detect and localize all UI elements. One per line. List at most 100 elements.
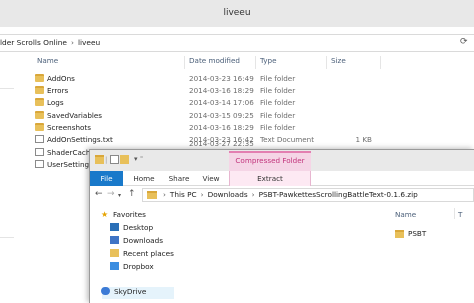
- folder-icon: [35, 86, 44, 94]
- breadcrumb-item-zip[interactable]: PSBT-PawkettesScrollingBattleText-0.1.6.…: [259, 190, 418, 199]
- tab-extract[interactable]: Extract: [229, 171, 311, 186]
- refresh-icon[interactable]: ⟳: [460, 37, 472, 49]
- file-date: 2014-03-15 09:25: [189, 111, 254, 120]
- nav-item-downloads[interactable]: Downloads: [110, 236, 163, 248]
- file-name: AddOnSettings.txt: [47, 135, 113, 144]
- file-date: 2014-03-16 18:29: [189, 86, 254, 95]
- background-column-headers: Name Date modified Type Size: [0, 56, 474, 69]
- folder-icon[interactable]: [95, 155, 104, 164]
- column-header-date-modified[interactable]: Date modified: [189, 56, 240, 65]
- column-header-size[interactable]: Size: [331, 56, 346, 65]
- folder-icon: [35, 98, 44, 106]
- file-row-screenshots[interactable]: Screenshots 2014-03-16 18:29 File folder: [0, 122, 474, 133]
- nav-item-desktop[interactable]: Desktop: [110, 223, 153, 235]
- breadcrumb: lder Scrolls Online › liveeu: [0, 38, 100, 47]
- file-row-addons[interactable]: AddOns 2014-03-23 16:49 File folder: [0, 73, 474, 84]
- window-title: liveeu: [223, 8, 251, 18]
- background-address-bar[interactable]: lder Scrolls Online › liveeu ⟳: [0, 34, 474, 52]
- file-date: 2014-03-23 16:49: [189, 74, 254, 83]
- breadcrumb: › This PC › Downloads › PSBT-PawkettesScrolli…: [163, 190, 418, 199]
- document-icon: [35, 160, 44, 168]
- column-separator[interactable]: [326, 56, 327, 69]
- column-header-type[interactable]: Type: [260, 56, 277, 65]
- document-icon: [35, 135, 44, 143]
- nav-item-label: Downloads: [123, 236, 164, 245]
- folder-icon: [147, 191, 157, 199]
- breadcrumb-separator-icon: ›: [163, 190, 166, 199]
- file-type: File folder: [260, 86, 296, 95]
- column-separator[interactable]: [380, 56, 381, 69]
- new-folder-icon[interactable]: [120, 155, 129, 164]
- star-icon: ★: [101, 210, 109, 219]
- folder-icon: [395, 230, 404, 238]
- file-name: Screenshots: [47, 123, 91, 132]
- desktop-icon: [110, 223, 119, 231]
- file-name: Logs: [47, 98, 64, 107]
- zip-explorer-window: | ▾ ⁼ Compressed Folder Tools File Home …: [89, 149, 474, 303]
- tab-share[interactable]: Share: [165, 171, 193, 186]
- nav-item-favorites[interactable]: ★ Favorites: [101, 210, 146, 222]
- dropbox-icon: [110, 262, 119, 270]
- front-window-titlebar[interactable]: | ▾ ⁼ Compressed Folder Tools: [90, 150, 474, 181]
- tab-view[interactable]: View: [198, 171, 224, 186]
- breadcrumb-separator-icon: ›: [200, 190, 204, 199]
- file-row-errors[interactable]: Errors 2014-03-16 18:29 File folder: [0, 85, 474, 96]
- up-arrow-icon[interactable]: ↑: [128, 189, 136, 199]
- column-header-name[interactable]: Name: [37, 56, 58, 65]
- downloads-icon: [110, 236, 119, 244]
- toolbar-separator: |: [105, 156, 108, 164]
- address-input[interactable]: › This PC › Downloads › PSBT-PawkettesScrolli…: [142, 188, 474, 202]
- nav-item-label: Recent places: [123, 249, 174, 258]
- folder-icon: [35, 74, 44, 82]
- file-type: File folder: [260, 98, 296, 107]
- nav-item-label: Favorites: [113, 210, 146, 219]
- contextual-tab-group: Compressed Folder Tools: [229, 151, 311, 181]
- file-date: 2014-03-27 22:35: [189, 139, 254, 148]
- cloud-icon: [101, 287, 110, 295]
- file-type: File folder: [260, 74, 296, 83]
- file-size: 1 KB: [355, 135, 372, 144]
- file-row-savedvariables[interactable]: SavedVariables 2014-03-15 09:25 File fol…: [0, 110, 474, 121]
- nav-item-skydrive[interactable]: SkyDrive: [101, 287, 146, 299]
- file-name: SavedVariables: [47, 111, 103, 120]
- chevron-down-icon[interactable]: ▾ ⁼: [134, 155, 143, 163]
- file-row-logs[interactable]: Logs 2014-03-14 17:06 File folder: [0, 97, 474, 108]
- background-window-titlebar[interactable]: liveeu: [0, 0, 474, 27]
- file-name: ShaderCache: [47, 148, 95, 157]
- nav-item-label: SkyDrive: [114, 287, 147, 296]
- nav-item-dropbox[interactable]: Dropbox: [110, 262, 154, 274]
- tab-file[interactable]: File: [90, 171, 123, 186]
- file-type: File folder: [260, 111, 296, 120]
- file-type: File folder: [260, 123, 296, 132]
- tab-home[interactable]: Home: [130, 171, 158, 186]
- back-arrow-icon[interactable]: ←: [95, 189, 103, 199]
- file-name: AddOns: [47, 74, 75, 83]
- nav-item-label: Dropbox: [123, 262, 154, 271]
- file-date: 2014-03-16 18:29: [189, 123, 254, 132]
- column-separator[interactable]: [454, 208, 455, 219]
- file-name: Errors: [47, 86, 69, 95]
- breadcrumb-item-elder-scrolls-online[interactable]: lder Scrolls Online: [0, 38, 67, 47]
- item-name: PSBT: [408, 229, 427, 238]
- breadcrumb-separator-icon: ›: [70, 38, 74, 47]
- nav-pane-divider: [0, 237, 14, 238]
- ribbon-tabs: File Home Share View Extract: [90, 171, 474, 186]
- file-type: Text Document: [260, 135, 315, 144]
- column-header-type[interactable]: T: [458, 210, 462, 219]
- breadcrumb-item-liveeu[interactable]: liveeu: [78, 38, 100, 47]
- column-header-name[interactable]: Name: [395, 210, 416, 219]
- breadcrumb-item-this-pc[interactable]: This PC: [170, 190, 197, 199]
- breadcrumb-item-downloads[interactable]: Downloads: [208, 190, 248, 199]
- front-address-bar: ← → ▾ ↑ › This PC › Downloads › PSBT-Pawkette…: [90, 186, 474, 204]
- chevron-down-icon[interactable]: ▾: [118, 192, 121, 199]
- breadcrumb-separator-icon: ›: [251, 190, 255, 199]
- document-icon: [35, 148, 44, 156]
- column-separator[interactable]: [184, 56, 185, 69]
- navigation-pane: ★ Favorites Desktop Downloads Recent plac…: [90, 205, 200, 303]
- folder-icon: [35, 111, 44, 119]
- nav-item-label: Desktop: [123, 223, 154, 232]
- properties-icon[interactable]: [110, 155, 119, 164]
- nav-item-recent-places[interactable]: Recent places: [110, 249, 174, 261]
- forward-arrow-icon[interactable]: →: [107, 189, 115, 199]
- column-separator[interactable]: [255, 56, 256, 69]
